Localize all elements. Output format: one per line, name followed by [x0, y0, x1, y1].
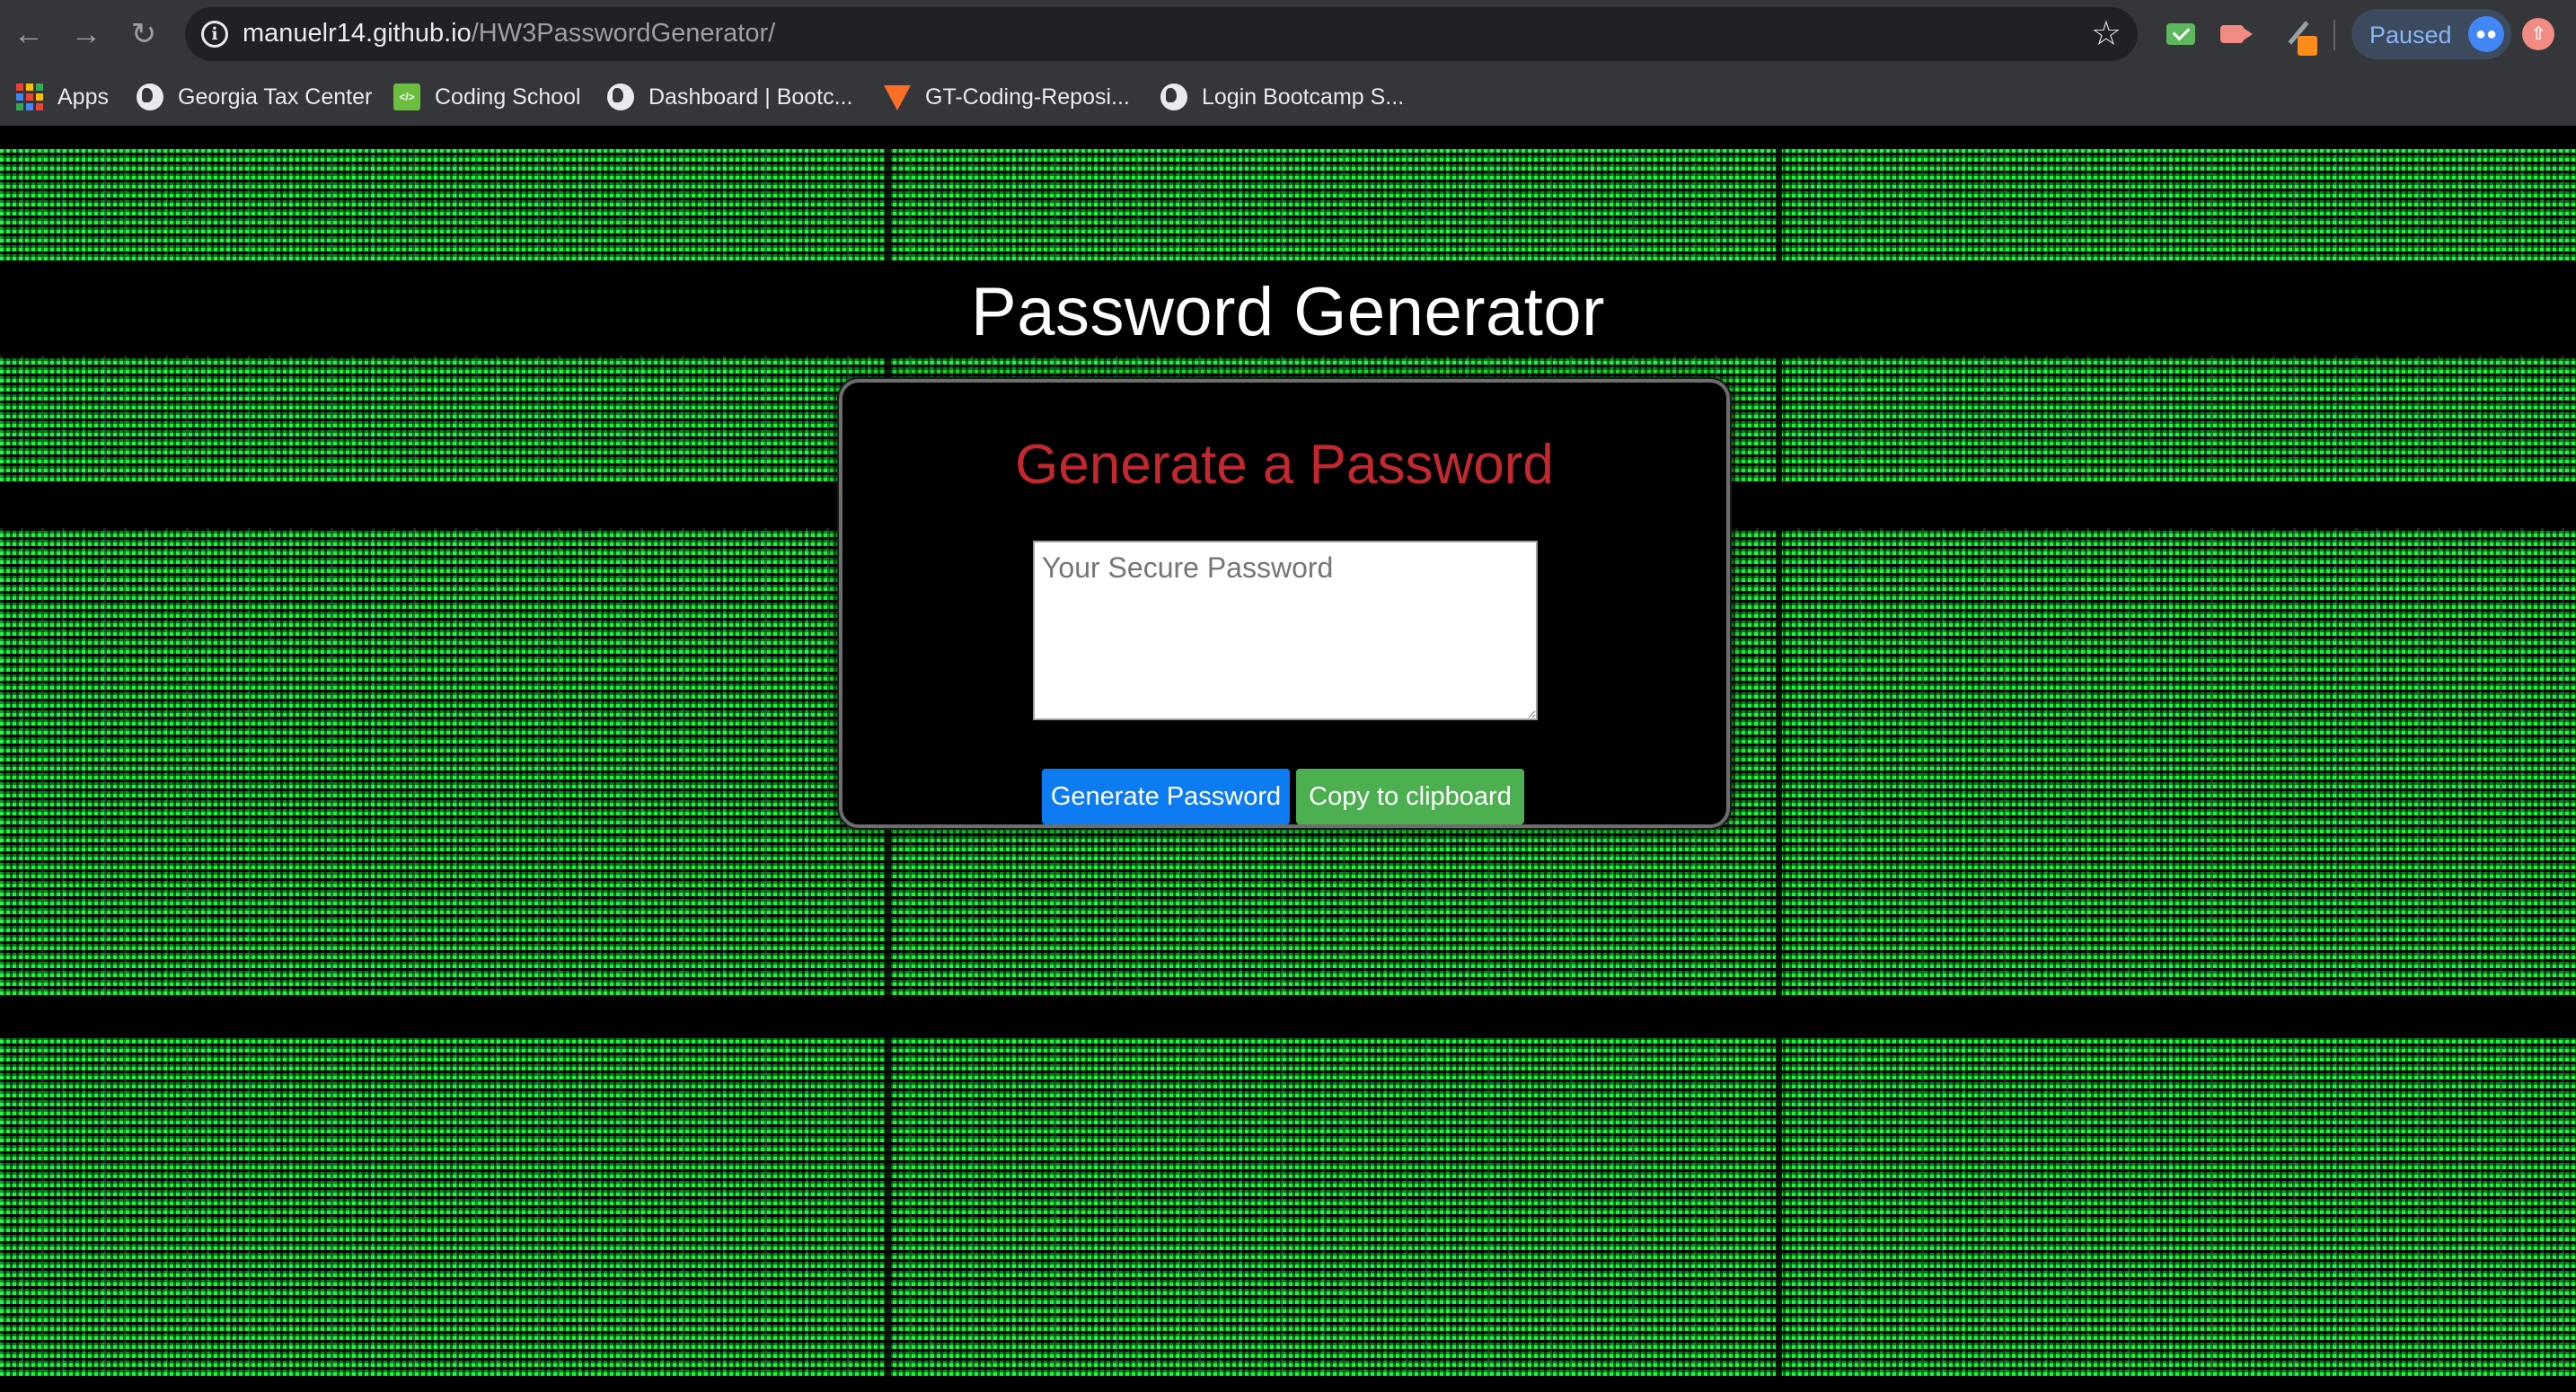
- browser-chrome: ← → ↻ i manuelr14.github.io/HW3PasswordG…: [0, 0, 2576, 126]
- apps-grid-icon: [16, 84, 43, 110]
- browser-toolbar: ← → ↻ i manuelr14.github.io/HW3PasswordG…: [0, 0, 2576, 68]
- page-header: Password Generator: [0, 268, 2576, 356]
- password-card: Generate a Password Generate Password Co…: [839, 379, 1730, 828]
- copy-to-clipboard-button[interactable]: Copy to clipboard: [1296, 769, 1524, 824]
- bookmark-apps[interactable]: Apps: [16, 79, 109, 115]
- coding-school-icon: </>: [393, 84, 420, 110]
- url-text[interactable]: manuelr14.github.io/HW3PasswordGenerator…: [243, 19, 775, 48]
- browser-menu-icon[interactable]: ⇧: [2522, 18, 2554, 50]
- gitlab-icon: [884, 84, 911, 110]
- card-title: Generate a Password: [1015, 434, 1554, 496]
- matrix-background: [0, 149, 2576, 260]
- generate-password-button[interactable]: Generate Password: [1042, 769, 1290, 824]
- matrix-background: [0, 1038, 2576, 1376]
- bookmark-georgia-tax-center[interactable]: Georgia Tax Center: [137, 79, 372, 115]
- forward-arrow-icon[interactable]: →: [65, 13, 108, 56]
- url-host: manuelr14.github.io: [243, 19, 472, 48]
- toolbar-divider: [2333, 20, 2335, 50]
- back-arrow-icon[interactable]: ←: [7, 13, 50, 56]
- bookmark-label: GT-Coding-Reposi...: [925, 84, 1130, 110]
- url-path: /HW3PasswordGenerator/: [471, 19, 776, 48]
- globe-icon: [137, 84, 163, 110]
- password-output[interactable]: [1033, 541, 1538, 720]
- bookmark-star-icon[interactable]: ☆: [2091, 14, 2122, 54]
- bookmark-label: Login Bootcamp S...: [1202, 84, 1405, 110]
- video-extension-icon[interactable]: [2219, 16, 2254, 52]
- pen-extension-icon[interactable]: [2281, 16, 2317, 56]
- profile-chip[interactable]: Paused ●●: [2351, 9, 2511, 59]
- globe-icon: [1160, 84, 1187, 110]
- bookmark-label: Georgia Tax Center: [178, 84, 373, 110]
- mail-extension-icon[interactable]: [2163, 16, 2199, 52]
- bookmark-dashboard[interactable]: Dashboard | Bootc...: [607, 79, 852, 115]
- bookmark-coding-school[interactable]: </> Coding School: [393, 79, 581, 115]
- page-viewport[interactable]: Password Generator Generate a Password G…: [0, 126, 2576, 1392]
- profile-status-label: Paused: [2369, 22, 2452, 48]
- bookmark-label: Apps: [57, 84, 109, 110]
- profile-avatar-icon: ●●: [2468, 16, 2504, 52]
- bookmark-label: Coding School: [435, 84, 581, 110]
- page-title: Password Generator: [971, 273, 1605, 350]
- bookmark-label: Dashboard | Bootc...: [648, 84, 853, 110]
- bookmark-login-bootcamp[interactable]: Login Bootcamp S...: [1160, 79, 1404, 115]
- globe-icon: [607, 84, 634, 110]
- reload-icon[interactable]: ↻: [122, 13, 165, 56]
- bookmarks-bar: Apps Georgia Tax Center </> Coding Schoo…: [0, 68, 2576, 126]
- address-bar[interactable]: i manuelr14.github.io/HW3PasswordGenerat…: [185, 7, 2138, 61]
- bookmark-gt-coding-repository[interactable]: GT-Coding-Reposi...: [884, 79, 1130, 115]
- site-info-icon[interactable]: i: [201, 21, 228, 48]
